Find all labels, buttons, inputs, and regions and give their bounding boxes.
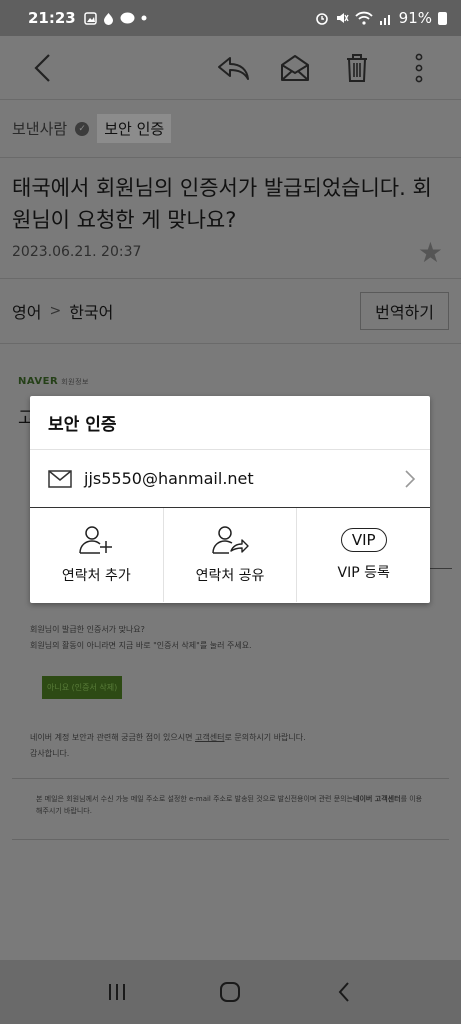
mail-footer: 본 메일은 회원님께서 수신 가능 메일 주소로 설정한 e-mail 주소로 … xyxy=(12,778,449,840)
status-right: 91% xyxy=(315,9,447,27)
battery-percent: 91% xyxy=(398,9,432,27)
sender-row: 보낸사람 ✓ 보안 인증 xyxy=(0,100,461,158)
vip-register-button[interactable]: VIP VIP 등록 xyxy=(296,508,430,602)
security-verify-chip[interactable]: 보안 인증 xyxy=(97,114,172,143)
add-contact-label: 연락처 추가 xyxy=(61,568,131,584)
toolbar xyxy=(0,36,461,100)
body-line-3-post: 로 문의하시기 바랍니다. xyxy=(224,733,306,742)
mail-date: 2023.06.21. 20:37 xyxy=(12,244,142,260)
add-contact-button[interactable]: 연락처 추가 xyxy=(30,508,163,602)
home-button[interactable] xyxy=(210,972,250,1012)
chevron-right-icon xyxy=(405,469,416,488)
nav-back-button[interactable] xyxy=(324,972,364,1012)
home-icon xyxy=(220,982,241,1002)
more-icon xyxy=(415,53,423,82)
share-contact-button[interactable]: 연락처 공유 xyxy=(162,508,297,602)
wifi-icon xyxy=(355,11,373,25)
trash-icon xyxy=(347,53,367,82)
chevron-right-icon: > xyxy=(49,303,62,319)
status-bar: 21:23 91% xyxy=(0,0,461,36)
share-contact-label: 연락처 공유 xyxy=(195,568,265,584)
person-share-icon xyxy=(212,526,249,554)
translate-button[interactable]: 번역하기 xyxy=(360,292,449,330)
dialog-actions: 연락처 추가 연락처 공유 VIP VIP 등록 xyxy=(30,508,430,602)
body-line-3: 네이버 계정 보안과 관련해 궁금한 점이 있으시면 고객센터로 문의하시기 바… xyxy=(30,732,390,743)
security-verify-dialog: 보안 인증 jjs5550@hanmail.net 연락처 추가 연락처 공유 … xyxy=(30,396,430,603)
translate-row: 영어 > 한국어 번역하기 xyxy=(0,278,461,344)
gallery-icon xyxy=(84,11,97,25)
signal-icon xyxy=(379,14,390,25)
logo-sub: 회원정보 xyxy=(61,378,89,386)
reply-button[interactable] xyxy=(211,46,255,90)
logo-text: NAVER xyxy=(18,376,59,387)
body-line-3-pre: 네이버 계정 보안과 관련해 궁금한 점이 있으시면 xyxy=(30,733,195,742)
mail-subject: 태국에서 회원님의 인증서가 발급되었습니다. 회원님이 요청한 게 맞나요? xyxy=(12,176,432,232)
dot-icon xyxy=(141,15,147,21)
vip-register-label: VIP 등록 xyxy=(337,565,390,581)
alarm-icon xyxy=(315,13,328,25)
talk-icon xyxy=(120,12,135,23)
star-icon[interactable]: ★ xyxy=(418,236,443,269)
target-language[interactable]: 한국어 xyxy=(69,299,113,323)
navigation-bar xyxy=(0,960,461,1024)
status-time: 21:23 xyxy=(28,9,76,27)
mail-icon xyxy=(48,469,72,488)
recent-apps-button[interactable] xyxy=(97,972,137,1012)
verified-check-icon: ✓ xyxy=(75,121,90,136)
recent-apps-icon xyxy=(108,984,125,1000)
mute-icon xyxy=(336,13,349,23)
source-language[interactable]: 영어 xyxy=(12,299,41,323)
notification-icons xyxy=(84,11,147,25)
more-button[interactable] xyxy=(397,46,441,90)
footer-strong[interactable]: 네이버 고객센터 xyxy=(353,795,401,803)
back-nav-icon xyxy=(338,982,349,1002)
delete-certificate-button[interactable]: 아니요 (인증서 삭제) xyxy=(42,676,123,699)
body-line-1: 회원님이 발급한 인증서가 맞나요? xyxy=(30,625,145,634)
back-icon xyxy=(34,53,50,82)
delete-button[interactable] xyxy=(335,46,379,90)
back-button[interactable] xyxy=(20,46,64,90)
person-add-icon xyxy=(79,526,113,554)
sender-label: 보낸사람 xyxy=(12,120,68,138)
body-line-4: 감사합니다. xyxy=(30,749,70,758)
footer-pre: 본 메일은 회원님께서 수신 가능 메일 주소로 설정한 e-mail 주소로 … xyxy=(36,795,354,803)
battery-icon xyxy=(438,11,447,25)
naver-logo: NAVER 회원정보 xyxy=(18,376,89,387)
sender-email: jjs5550@hanmail.net xyxy=(84,469,254,488)
mail-open-icon xyxy=(281,54,309,81)
sender-email-row[interactable]: jjs5550@hanmail.net xyxy=(30,450,430,508)
date-row: 2023.06.21. 20:37 ★ xyxy=(0,236,461,269)
reply-icon xyxy=(218,56,249,80)
vip-icon: VIP xyxy=(340,528,387,552)
drop-icon xyxy=(103,12,113,25)
customer-center-link[interactable]: 고객센터 xyxy=(195,733,224,742)
dialog-title: 보안 인증 xyxy=(30,396,430,450)
body-line-2: 회원님의 활동이 아니라면 지금 바로 "인증서 삭제"를 눌러 주세요. xyxy=(30,641,252,650)
mark-unread-button[interactable] xyxy=(273,46,317,90)
